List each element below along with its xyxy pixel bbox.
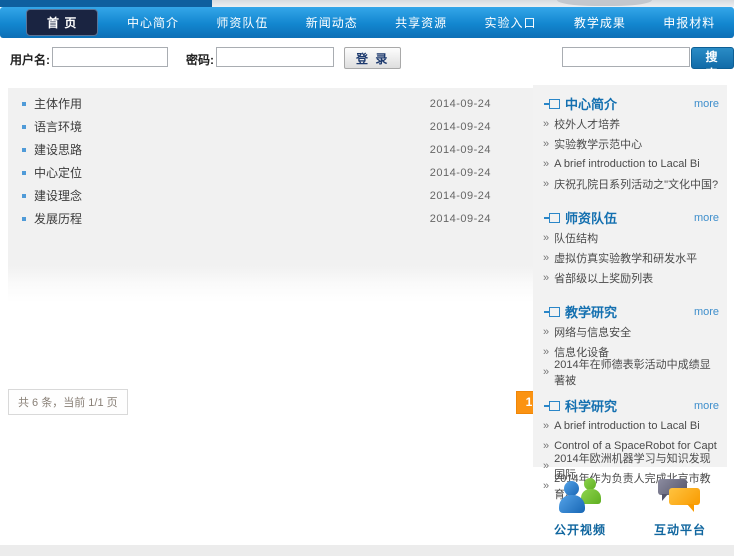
pagination-summary: 共 6 条，当前 1/1 页 xyxy=(8,389,128,415)
nav-item[interactable]: 教学成果 xyxy=(555,14,644,31)
people-icon xyxy=(557,478,603,516)
sidebar-section-header: 中心简介more xyxy=(543,93,719,114)
bullet-icon xyxy=(22,148,26,152)
news-title-link[interactable]: 建设思路 xyxy=(34,141,82,158)
list-item[interactable]: 中心定位 2014-09-24 xyxy=(8,161,539,184)
nav-item[interactable]: 实验入口 xyxy=(466,14,555,31)
nav-bar: 首 页中心简介师资队伍新闻动态共享资源实验入口教学成果申报材料 xyxy=(0,7,734,38)
bullet-icon xyxy=(22,171,26,175)
banner-strip-right xyxy=(212,0,734,7)
sidebar-link[interactable]: 2014年在师德表彰活动中成绩显著被 xyxy=(543,362,719,382)
more-link[interactable]: more xyxy=(694,306,719,318)
arrow-box-icon xyxy=(549,307,560,317)
quick-links: 公开视频 互动平台 xyxy=(545,478,715,538)
nav-item[interactable]: 首 页 xyxy=(26,9,98,36)
sidebar-section-header: 教学研究more xyxy=(543,301,719,322)
banner-strip-left xyxy=(0,0,212,7)
login-bar: 用户名: 密码: 登 录 搜 索 xyxy=(0,46,734,72)
news-date: 2014-09-24 xyxy=(430,167,491,179)
sidebar-section-header: 科学研究more xyxy=(543,395,719,416)
search-input[interactable] xyxy=(562,47,690,67)
nav-item[interactable]: 申报材料 xyxy=(645,14,734,31)
nav-item[interactable]: 共享资源 xyxy=(376,14,465,31)
news-title-link[interactable]: 建设理念 xyxy=(34,187,82,204)
sidebar-link[interactable]: 校外人才培养 xyxy=(543,114,719,134)
search-button[interactable]: 搜 索 xyxy=(691,47,734,69)
sidebar-section: 师资队伍more队伍结构虚拟仿真实验教学和研发水平省部级以上奖励列表 xyxy=(543,207,719,288)
list-item[interactable]: 发展历程 2014-09-24 xyxy=(8,207,539,230)
news-date: 2014-09-24 xyxy=(430,121,491,133)
chat-bubble-front-tail xyxy=(687,504,694,512)
news-title-link[interactable]: 中心定位 xyxy=(34,164,82,181)
sidebar-section-title[interactable]: 师资队伍 xyxy=(565,208,694,227)
username-input[interactable] xyxy=(52,47,168,67)
list-item[interactable]: 建设思路 2014-09-24 xyxy=(8,138,539,161)
bullet-icon xyxy=(22,125,26,129)
bullet-icon xyxy=(22,194,26,198)
footer-bar xyxy=(0,545,734,556)
news-date: 2014-09-24 xyxy=(430,144,491,156)
sidebar-link[interactable]: 队伍结构 xyxy=(543,228,719,248)
list-item[interactable]: 语言环境 2014-09-24 xyxy=(8,115,539,138)
bullet-icon xyxy=(22,102,26,106)
chat-bubbles-icon xyxy=(657,478,703,516)
nav-item[interactable]: 师资队伍 xyxy=(198,14,287,31)
person-blue-head xyxy=(564,481,579,496)
news-title-link[interactable]: 发展历程 xyxy=(34,210,82,227)
login-button[interactable]: 登 录 xyxy=(344,47,401,69)
sidebar-link[interactable]: 网络与信息安全 xyxy=(543,322,719,342)
news-date: 2014-09-24 xyxy=(430,98,491,110)
list-item[interactable]: 主体作用 2014-09-24 xyxy=(8,92,539,115)
sidebar: 中心简介more校外人才培养实验教学示范中心A brief introducti… xyxy=(533,85,727,467)
more-link[interactable]: more xyxy=(694,400,719,412)
sidebar-link[interactable]: 庆祝孔院日系列活动之"文化中国? xyxy=(543,174,719,194)
username-label: 用户名: xyxy=(10,51,50,68)
more-link[interactable]: more xyxy=(694,98,719,110)
sidebar-link[interactable]: 虚拟仿真实验教学和研发水平 xyxy=(543,248,719,268)
sidebar-section-title[interactable]: 教学研究 xyxy=(565,302,694,321)
arrow-box-icon xyxy=(549,99,560,109)
arrow-box-icon xyxy=(549,213,560,223)
banner-strip xyxy=(0,0,734,7)
quick-link[interactable]: 互动平台 xyxy=(645,478,715,538)
news-date: 2014-09-24 xyxy=(430,190,491,202)
password-input[interactable] xyxy=(216,47,334,67)
chat-bubble-back-tail xyxy=(662,494,668,501)
person-blue-body xyxy=(559,495,585,513)
banner-book-shape xyxy=(557,0,652,6)
quick-link-label[interactable]: 公开视频 xyxy=(554,521,606,538)
sidebar-section: 中心简介more校外人才培养实验教学示范中心A brief introducti… xyxy=(543,93,719,194)
sidebar-link[interactable]: A brief introduction to Lacal Bi xyxy=(543,154,719,174)
news-list: 主体作用 2014-09-24 语言环境 2014-09-24 建设思路 2014-09-… xyxy=(8,88,539,303)
news-date: 2014-09-24 xyxy=(430,213,491,225)
nav-item[interactable]: 新闻动态 xyxy=(287,14,376,31)
news-title-link[interactable]: 主体作用 xyxy=(34,95,82,112)
arrow-box-icon xyxy=(549,401,560,411)
list-item[interactable]: 建设理念 2014-09-24 xyxy=(8,184,539,207)
sidebar-section-title[interactable]: 科学研究 xyxy=(565,396,694,415)
sidebar-section-header: 师资队伍more xyxy=(543,207,719,228)
quick-link-label[interactable]: 互动平台 xyxy=(654,521,706,538)
sidebar-link[interactable]: 实验教学示范中心 xyxy=(543,134,719,154)
sidebar-section: 教学研究more网络与信息安全信息化设备2014年在师德表彰活动中成绩显著被 xyxy=(543,301,719,382)
sidebar-link[interactable]: A brief introduction to Lacal Bi xyxy=(543,416,719,436)
sidebar-section-title[interactable]: 中心简介 xyxy=(565,94,694,113)
nav-item[interactable]: 中心简介 xyxy=(108,14,197,31)
more-link[interactable]: more xyxy=(694,212,719,224)
chat-bubble-front xyxy=(669,488,700,505)
quick-link[interactable]: 公开视频 xyxy=(545,478,615,538)
password-label: 密码: xyxy=(186,51,214,68)
bullet-icon xyxy=(22,217,26,221)
news-title-link[interactable]: 语言环境 xyxy=(34,118,82,135)
sidebar-link[interactable]: 省部级以上奖励列表 xyxy=(543,268,719,288)
